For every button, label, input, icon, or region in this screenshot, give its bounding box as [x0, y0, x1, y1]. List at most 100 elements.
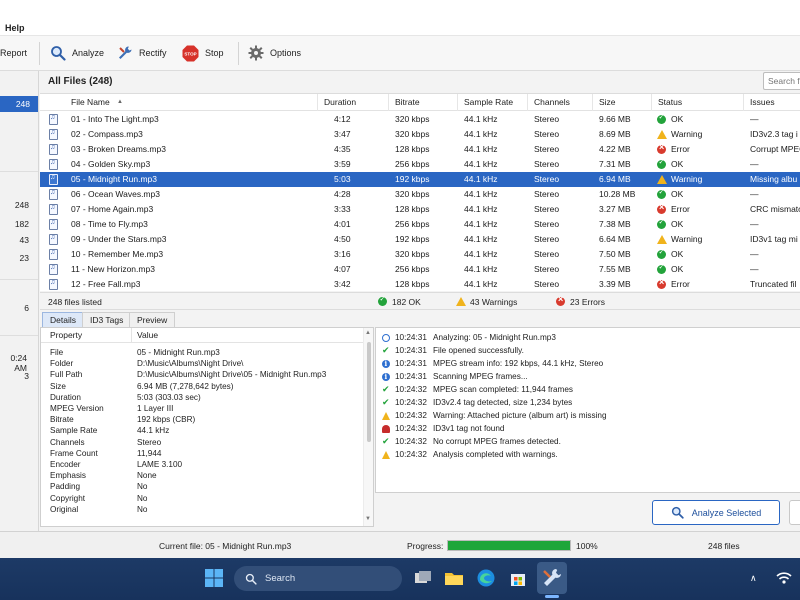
property-row[interactable]: Duration 5:03 (303.03 sec) — [41, 393, 363, 404]
mp3-tool-app-icon[interactable] — [541, 567, 563, 589]
taskbar-search[interactable]: Search — [234, 566, 402, 591]
property-row[interactable]: Sample Rate 44.1 kHz — [41, 426, 363, 437]
column-header-sample-rate[interactable]: Sample Rate — [464, 97, 513, 107]
cell-file-name: 11 - New Horizon.mp3 — [71, 264, 155, 274]
search-input[interactable] — [763, 72, 800, 90]
column-header-issues[interactable]: Issues — [750, 97, 775, 107]
sidebar-count-all[interactable]: 248 — [15, 200, 29, 210]
table-row[interactable]: 02 - Compass.mp3 3:47 320 kbps 44.1 kHz Ster… — [40, 127, 800, 142]
column-header-channels[interactable]: Channels — [534, 97, 570, 107]
task-view-icon[interactable] — [412, 567, 434, 589]
column-header-bitrate[interactable]: Bitrate — [395, 97, 420, 107]
column-divider[interactable] — [457, 94, 458, 111]
sidebar-count-misc[interactable]: 6 — [24, 303, 29, 313]
chevron-up-icon[interactable]: ∧ — [750, 573, 757, 584]
scroll-up-icon[interactable]: ▲ — [365, 330, 371, 336]
table-row[interactable]: 07 - Home Again.mp3 3:33 128 kbps 44.1 kHz S… — [40, 202, 800, 217]
property-row[interactable]: Bitrate 192 kbps (CBR) — [41, 415, 363, 426]
file-explorer-icon[interactable] — [443, 567, 465, 589]
windows-start-icon[interactable] — [203, 567, 225, 589]
column-divider[interactable] — [651, 94, 652, 111]
property-row[interactable]: Full Path D:\Music\Albums\Night Drive\05 … — [41, 370, 363, 381]
column-divider[interactable] — [527, 94, 528, 111]
property-row[interactable]: Copyright No — [41, 494, 363, 505]
table-row[interactable]: 03 - Broken Dreams.mp3 4:35 128 kbps 44.1 k… — [40, 142, 800, 157]
stop-button[interactable]: STOP Stop — [182, 36, 224, 70]
property-value: No — [137, 493, 148, 503]
file-list-title: All Files (248) — [48, 76, 113, 87]
property-row[interactable]: Padding No — [41, 482, 363, 493]
property-row[interactable]: Frame Count 11,944 — [41, 449, 363, 460]
tab-details[interactable]: Details — [42, 312, 84, 327]
table-row[interactable]: 11 - New Horizon.mp3 4:07 256 kbps 44.1 kHz… — [40, 262, 800, 277]
property-row[interactable]: Emphasis None — [41, 471, 363, 482]
property-row[interactable]: Size 6.94 MB (7,278,642 bytes) — [41, 382, 363, 393]
analyze-button[interactable]: Analyze — [50, 36, 104, 70]
cell-bitrate: 128 kbps — [395, 279, 430, 289]
column-header-status[interactable]: Status — [658, 97, 682, 107]
table-row[interactable]: 10 - Remember Me.mp3 3:16 320 kbps 44.1 kHz… — [40, 247, 800, 262]
properties-scrollbar[interactable]: ▲ ▼ — [363, 328, 373, 526]
tab-id3-tags[interactable]: ID3 Tags — [82, 312, 132, 327]
sidebar-count-errors[interactable]: 23 — [20, 253, 29, 263]
column-header-duration[interactable]: Duration — [324, 97, 356, 107]
audio-file-icon — [49, 219, 58, 230]
rectify-button[interactable]: Rectify — [117, 36, 167, 70]
audio-file-icon — [49, 279, 58, 290]
menu-bar: Help — [0, 19, 800, 36]
cell-file-name: 02 - Compass.mp3 — [71, 129, 143, 139]
column-divider[interactable] — [317, 94, 318, 111]
property-row[interactable]: MPEG Version 1 Layer III — [41, 404, 363, 415]
table-row[interactable]: 09 - Under the Stars.mp3 4:50 192 kbps 44.1… — [40, 232, 800, 247]
log-time: 10:24:32 — [395, 398, 427, 407]
table-row[interactable]: 01 - Into The Light.mp3 4:12 320 kbps 44.1 … — [40, 112, 800, 127]
sidebar-count-ok[interactable]: 182 — [15, 219, 29, 229]
column-divider[interactable] — [743, 94, 744, 111]
log-entry: 10:24:31 Scanning MPEG frames... — [376, 372, 800, 385]
table-row[interactable]: 05 - Midnight Run.mp3 5:03 192 kbps 44.1 kH… — [40, 172, 800, 187]
table-row[interactable]: 12 - Free Fall.mp3 3:42 128 kbps 44.1 kHz St… — [40, 277, 800, 292]
menu-help[interactable]: Help — [5, 23, 25, 33]
column-header-size[interactable]: Size — [599, 97, 616, 107]
log-message: Warning: Attached picture (album art) is… — [433, 411, 607, 420]
audio-file-icon — [49, 189, 58, 200]
ok-count: 182 OK — [392, 297, 421, 307]
column-header-file-name[interactable]: File Name — [71, 97, 110, 107]
value-column-header: Value — [137, 330, 159, 340]
column-divider[interactable] — [388, 94, 389, 111]
cell-status: OK — [671, 159, 684, 169]
sidebar-item-all-files[interactable]: 248 — [0, 96, 38, 112]
cell-file-name: 06 - Ocean Waves.mp3 — [71, 189, 160, 199]
table-row[interactable]: 08 - Time to Fly.mp3 4:01 256 kbps 44.1 kHz… — [40, 217, 800, 232]
sidebar-count-warnings[interactable]: 43 — [20, 235, 29, 245]
secondary-action-button[interactable] — [789, 500, 800, 525]
table-row[interactable]: 06 - Ocean Waves.mp3 4:28 320 kbps 44.1 kHz… — [40, 187, 800, 202]
log-time: 10:24:32 — [395, 424, 427, 433]
info-icon — [382, 372, 390, 381]
tab-preview[interactable]: Preview — [129, 312, 176, 327]
property-row[interactable]: Encoder LAME 3.100 — [41, 460, 363, 471]
options-button[interactable]: Options — [248, 36, 301, 70]
stop-sign-icon: STOP — [182, 45, 199, 61]
scroll-down-icon[interactable]: ▼ — [365, 516, 371, 522]
property-value: D:\Music\Albums\Night Drive\05 - Midnigh… — [137, 370, 327, 380]
wifi-icon[interactable] — [775, 569, 793, 587]
cell-issues: CRC mismato — [750, 204, 800, 214]
property-row[interactable]: Channels Stereo — [41, 438, 363, 449]
property-row[interactable]: File 05 - Midnight Run.mp3 — [41, 348, 363, 359]
analyze-selected-button[interactable]: Analyze Selected — [652, 500, 780, 525]
ok-status-icon — [378, 295, 387, 306]
property-row[interactable]: Original No — [41, 505, 363, 516]
store-icon[interactable] — [507, 567, 529, 589]
ok-status-icon — [657, 113, 666, 124]
cell-duration: 3:33 — [334, 204, 351, 214]
cell-duration: 5:03 — [334, 174, 351, 184]
column-divider[interactable] — [592, 94, 593, 111]
scrollbar-thumb[interactable] — [367, 342, 371, 442]
log-time: 10:24:32 — [395, 385, 427, 394]
table-row[interactable]: 04 - Golden Sky.mp3 3:59 256 kbps 44.1 kHz S… — [40, 157, 800, 172]
property-row[interactable]: Folder D:\Music\Albums\Night Drive\ — [41, 359, 363, 370]
sidebar-count-recent[interactable]: 3 — [24, 371, 29, 381]
edge-browser-icon[interactable] — [475, 567, 497, 589]
report-button[interactable]: Report — [0, 36, 27, 70]
